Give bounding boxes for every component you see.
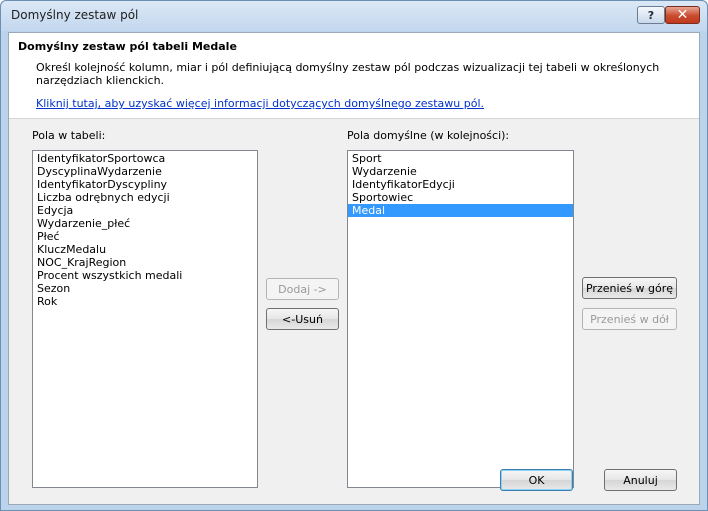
header-panel: Domyślny zestaw pól tabeli Medale Określ… (9, 33, 699, 119)
list-item[interactable]: Sportowiec (348, 191, 573, 204)
list-item[interactable]: Procent wszystkich medali (33, 269, 257, 282)
title-bar[interactable]: Domyślny zestaw pól ? ✕ (1, 1, 707, 31)
close-button[interactable]: ✕ (665, 6, 700, 24)
close-icon: ✕ (676, 7, 689, 23)
help-button[interactable]: ? (637, 6, 665, 24)
list-item[interactable]: KluczMedalu (33, 243, 257, 256)
default-fields-listbox[interactable]: Sport Wydarzenie IdentyfikatorEdycji Sporto… (347, 150, 574, 488)
dialog-client-area: Domyślny zestaw pól tabeli Medale Określ… (8, 32, 700, 505)
list-item[interactable]: NOC_KrajRegion (33, 256, 257, 269)
window-title: Domyślny zestaw pól (11, 8, 139, 22)
help-icon: ? (647, 8, 655, 22)
list-item[interactable]: Płeć (33, 230, 257, 243)
list-item[interactable]: Wydarzenie (348, 165, 573, 178)
list-item[interactable]: Medal (348, 204, 573, 217)
list-item[interactable]: Liczba odrębnych edycji (33, 191, 257, 204)
table-fields-label: Pola w tabeli: (32, 129, 106, 142)
header-description: Określ kolejność kolumn, miar i pól defi… (36, 61, 660, 87)
list-item[interactable]: Sport (348, 152, 573, 165)
list-item[interactable]: Sezon (33, 282, 257, 295)
list-item[interactable]: DyscyplinaWydarzenie (33, 165, 257, 178)
list-item[interactable]: Wydarzenie_płeć (33, 217, 257, 230)
move-down-button[interactable]: Przenieś w dół (582, 308, 677, 330)
add-button[interactable]: Dodaj -> (266, 278, 339, 300)
default-fields-label: Pola domyślne (w kolejności): (347, 129, 510, 142)
ok-button[interactable]: OK (500, 469, 573, 491)
list-item[interactable]: IdentyfikatorDyscypliny (33, 178, 257, 191)
list-item[interactable]: IdentyfikatorEdycji (348, 178, 573, 191)
table-fields-listbox[interactable]: IdentyfikatorSportowca DyscyplinaWydarzen… (32, 150, 258, 488)
cancel-button[interactable]: Anuluj (604, 469, 677, 491)
list-item[interactable]: Rok (33, 295, 257, 308)
list-item[interactable]: IdentyfikatorSportowca (33, 152, 257, 165)
remove-button[interactable]: <-Usuń (266, 308, 339, 330)
help-link[interactable]: Kliknij tutaj, aby uzyskać więcej inform… (36, 97, 484, 110)
dialog-window: Domyślny zestaw pól ? ✕ Domyślny zestaw … (0, 0, 708, 511)
list-item[interactable]: Edycja (33, 204, 257, 217)
header-title: Domyślny zestaw pól tabeli Medale (18, 40, 237, 53)
move-up-button[interactable]: Przenieś w górę (582, 277, 677, 299)
